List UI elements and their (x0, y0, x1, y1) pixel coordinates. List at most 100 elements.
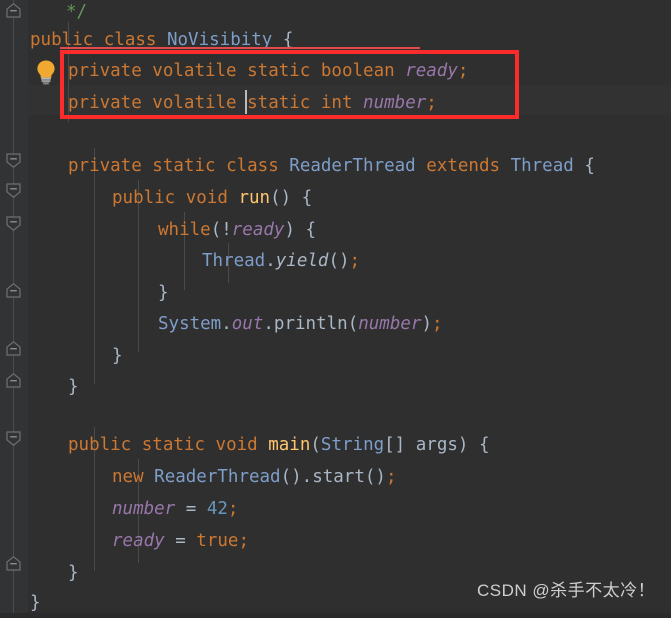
code-line[interactable]: } (28, 341, 671, 371)
code-surface[interactable]: */ public class NoVisibity { private volat… (28, 0, 671, 613)
code-token: out (231, 314, 264, 334)
code-token: ; (457, 61, 469, 81)
code-token: ; (349, 251, 361, 271)
code-token: { (573, 156, 595, 176)
code-token: = (164, 531, 197, 551)
code-line-text: } (28, 593, 41, 613)
code-line-text: } (28, 563, 79, 583)
fold-marker-inner-end-icon[interactable] (4, 372, 23, 389)
code-token: public (112, 188, 186, 208)
fold-marker-main-end-icon[interactable] (4, 555, 23, 572)
code-token: } (30, 593, 41, 613)
code-line-text: } (28, 346, 123, 366)
code-token: private (68, 156, 153, 176)
fold-glyph (6, 283, 21, 298)
code-token: println (273, 314, 348, 334)
fold-marker-inner-class-icon[interactable] (4, 182, 23, 199)
code-token: number (358, 314, 422, 334)
fold-marker-comment-end-icon[interactable] (4, 2, 23, 19)
gutter-rail (13, 0, 14, 613)
code-line[interactable]: */ (28, 0, 671, 27)
code-token: Thread (202, 251, 266, 271)
code-line-text: private volatile static boolean ready; (28, 61, 468, 81)
code-line-text: private static class ReaderThread extend… (28, 156, 595, 176)
code-token: ReaderThread (154, 467, 281, 487)
code-line[interactable]: public void run() { (28, 183, 671, 213)
code-line[interactable]: private volatile static boolean ready; (28, 56, 671, 86)
code-token: static (247, 61, 321, 81)
code-token: ; (385, 467, 397, 487)
code-line[interactable]: } (28, 278, 671, 308)
code-token: class (226, 156, 290, 176)
code-line[interactable]: private volatile static int number; (28, 88, 671, 118)
fold-marker-run-end-icon[interactable] (4, 340, 23, 357)
code-line-text: } (28, 283, 169, 303)
code-token: System (158, 314, 222, 334)
code-token: () (364, 467, 386, 487)
code-line[interactable]: ready = true; (28, 526, 671, 556)
code-token: volatile (152, 61, 248, 81)
code-token: ) (421, 314, 432, 334)
code-token: void (185, 188, 239, 208)
code-token: extends (426, 156, 511, 176)
intention-action-lightbulb-icon[interactable] (34, 59, 58, 85)
code-line[interactable]: number = 42; (28, 494, 671, 524)
fold-glyph (6, 3, 21, 18)
code-token: run (238, 188, 271, 208)
code-line[interactable]: Thread.yield(); (28, 246, 671, 276)
code-line[interactable]: } (28, 372, 671, 402)
code-token: start (312, 467, 365, 487)
lightbulb-glyph (37, 60, 55, 85)
code-line[interactable]: private static class ReaderThread extend… (28, 151, 671, 181)
code-token: } (112, 346, 123, 366)
fold-glyph (6, 216, 21, 231)
code-token: ; (238, 531, 249, 551)
code-editor[interactable]: */ public class NoVisibity { private volat… (0, 0, 671, 613)
code-line-text: public void run() { (28, 188, 312, 208)
code-token: (). (280, 467, 313, 487)
fold-marker-while-end-icon[interactable] (4, 282, 23, 299)
editor-gutter[interactable] (0, 0, 28, 613)
code-token: } (158, 283, 169, 303)
code-line-text: number = 42; (28, 499, 238, 519)
code-token: [] args) { (384, 435, 490, 455)
code-token: ) { (284, 220, 317, 240)
code-token: ready (405, 61, 458, 81)
code-token: . (221, 314, 232, 334)
code-token: 42 (206, 499, 228, 519)
code-token: true (196, 531, 239, 551)
code-line[interactable]: public class NoVisibity { (28, 25, 671, 55)
code-token: ; (432, 314, 443, 334)
code-token: yield (275, 251, 329, 271)
code-token: String (320, 435, 385, 455)
fold-marker-main-start-icon[interactable] (4, 430, 23, 447)
code-token: ready (231, 220, 285, 240)
code-line[interactable]: new ReaderThread().start(); (28, 462, 671, 492)
code-token: */ (66, 2, 88, 22)
code-line[interactable]: while(!ready) { (28, 215, 671, 245)
code-token: volatile (152, 93, 248, 113)
code-token: ; (426, 93, 437, 113)
code-line[interactable] (28, 120, 671, 150)
code-token: } (68, 563, 79, 583)
code-token: static (152, 156, 227, 176)
code-token: new (112, 467, 155, 487)
fold-marker-class-body-icon[interactable] (4, 152, 23, 169)
code-token: private (68, 61, 153, 81)
code-token: ready (112, 531, 165, 551)
code-token: () { (270, 188, 313, 208)
code-line-text: Thread.yield(); (28, 251, 360, 271)
code-line-text: */ (28, 2, 87, 22)
fold-marker-run-method-icon[interactable] (4, 215, 23, 232)
fold-glyph (6, 341, 21, 356)
code-token: static (141, 435, 216, 455)
code-line-text: System.out.println(number); (28, 314, 443, 334)
code-token: private (68, 93, 153, 113)
code-line[interactable]: System.out.println(number); (28, 309, 671, 339)
code-line[interactable]: public static void main(String[] args) { (28, 430, 671, 460)
code-token: . (263, 314, 274, 334)
fold-glyph (6, 183, 21, 198)
code-token: ; (227, 499, 239, 519)
